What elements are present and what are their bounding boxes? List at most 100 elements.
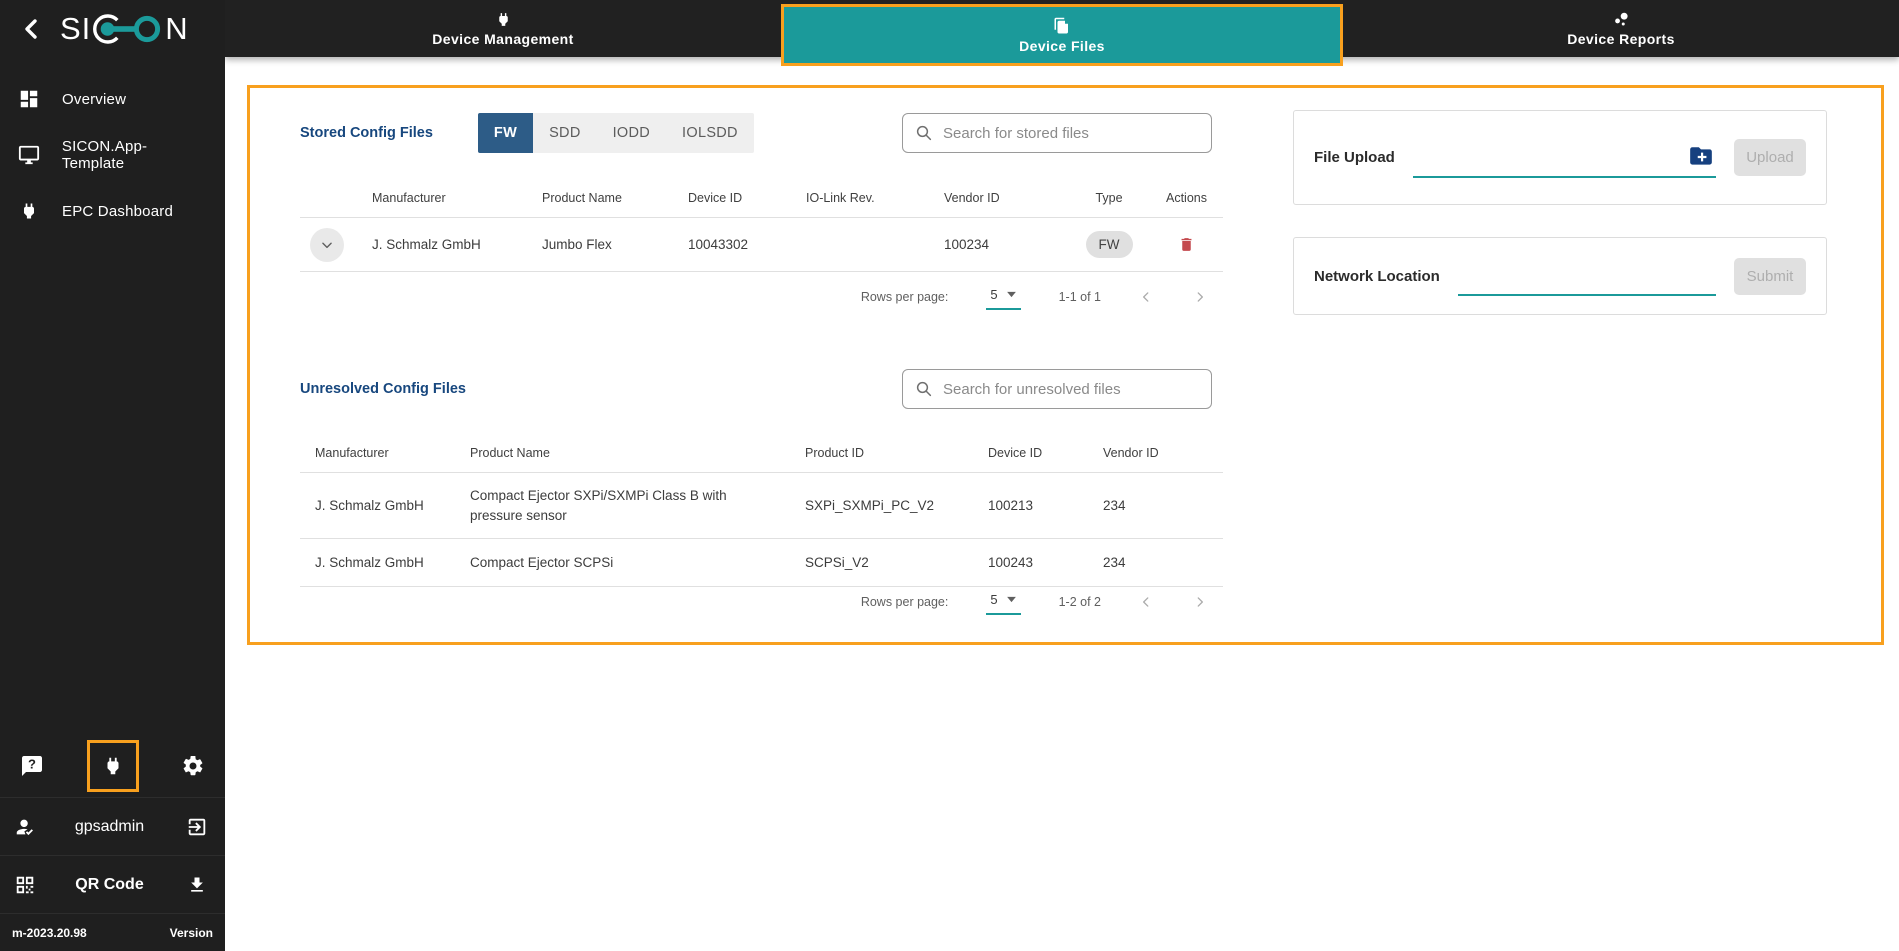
content-highlight-box: Stored Config Files FW SDD IODD IOLSDD M… <box>247 85 1884 645</box>
file-upload-card: File Upload Upload <box>1293 110 1827 205</box>
sidebar-item-app-template[interactable]: SICON.App-Template <box>0 127 225 183</box>
sidebar-item-label: Overview <box>62 91 126 108</box>
col-product-name: Product Name <box>542 191 688 205</box>
search-icon <box>915 380 933 398</box>
rows-per-page-value: 5 <box>990 592 997 607</box>
sidebar-collapse-button[interactable] <box>14 12 48 46</box>
top-tab-bar: Device Management Device Files Device Re… <box>225 0 1899 57</box>
download-icon <box>187 875 207 895</box>
sidebar-item-label: EPC Dashboard <box>62 203 173 220</box>
cell-product-id: SCPSi_V2 <box>805 555 988 570</box>
col-vendor-id: Vendor ID <box>1103 446 1208 460</box>
filter-iodd[interactable]: IODD <box>597 113 666 153</box>
upload-button[interactable]: Upload <box>1734 139 1806 176</box>
filter-fw[interactable]: FW <box>478 113 533 153</box>
submit-button[interactable]: Submit <box>1734 258 1806 295</box>
delete-file-button[interactable] <box>1178 236 1195 253</box>
tab-label: Device Management <box>432 31 573 47</box>
rows-per-page-value: 5 <box>990 287 997 302</box>
user-check-icon <box>14 816 36 838</box>
sidebar-item-overview[interactable]: Overview <box>0 71 225 127</box>
cell-device-id: 10043302 <box>688 237 806 252</box>
user-row: gpsadmin <box>0 797 225 855</box>
tab-label: Device Files <box>1019 38 1105 54</box>
network-location-input[interactable] <box>1458 272 1716 294</box>
version-row: m-2023.20.98 Version <box>0 913 225 951</box>
filter-sdd[interactable]: SDD <box>533 113 597 153</box>
filter-iolsdd[interactable]: IOLSDD <box>666 113 754 153</box>
logout-icon <box>186 816 208 838</box>
cell-product-id: SXPi_SXMPi_PC_V2 <box>805 498 988 513</box>
browse-files-button[interactable] <box>1688 146 1714 168</box>
tab-device-files[interactable]: Device Files <box>781 4 1343 66</box>
cell-device-id: 100213 <box>988 498 1103 513</box>
help-icon: ? <box>20 754 44 778</box>
stored-search <box>902 113 1212 153</box>
tab-label: Device Reports <box>1567 31 1675 47</box>
network-location-title: Network Location <box>1314 268 1440 285</box>
col-manufacturer: Manufacturer <box>300 446 470 460</box>
monitor-icon <box>16 142 42 168</box>
stored-pagination: Rows per page: 5 1-1 of 1 <box>300 280 1223 314</box>
network-location-field <box>1458 256 1716 296</box>
col-io-link-rev: IO-Link Rev. <box>806 191 944 205</box>
logo-row: SI N <box>0 0 225 57</box>
logout-button[interactable] <box>183 813 211 841</box>
unresolved-search <box>902 369 1212 409</box>
download-button[interactable] <box>183 871 211 899</box>
plug-icon <box>16 198 42 224</box>
stored-config-title: Stored Config Files <box>300 125 433 141</box>
previous-page-button[interactable] <box>1139 595 1153 609</box>
usb-device-button[interactable] <box>93 746 133 786</box>
help-button[interactable]: ? <box>12 746 52 786</box>
sidebar: SI N Overview SICON <box>0 0 225 951</box>
version-value: m-2023.20.98 <box>12 926 87 940</box>
dropdown-arrow-icon <box>1006 596 1017 603</box>
rows-per-page-select[interactable]: 5 <box>986 285 1020 310</box>
qr-code-icon <box>14 874 36 896</box>
cell-product-name: Compact Ejector SXPi/SXMPi Class B with … <box>470 488 727 523</box>
unresolved-search-input[interactable] <box>943 381 1199 398</box>
previous-page-button[interactable] <box>1139 290 1153 304</box>
stored-config-table: Manufacturer Product Name Device ID IO-L… <box>300 178 1223 272</box>
tab-device-reports[interactable]: Device Reports <box>1343 0 1899 57</box>
next-page-button[interactable] <box>1193 290 1207 304</box>
gear-icon <box>181 754 205 778</box>
bubble-chart-icon <box>1612 10 1630 28</box>
tab-device-management[interactable]: Device Management <box>225 0 781 57</box>
next-page-button[interactable] <box>1193 595 1207 609</box>
file-upload-input[interactable] <box>1413 154 1716 176</box>
rows-per-page-label: Rows per page: <box>861 290 949 304</box>
chevron-left-icon <box>1139 595 1153 609</box>
sidebar-item-epc-dashboard[interactable]: EPC Dashboard <box>0 183 225 239</box>
rows-per-page-select[interactable]: 5 <box>986 590 1020 615</box>
unresolved-config-title: Unresolved Config Files <box>300 381 466 397</box>
stored-table-header-row: Manufacturer Product Name Device ID IO-L… <box>300 178 1223 218</box>
expand-row-button[interactable] <box>310 228 344 262</box>
stored-search-input[interactable] <box>943 125 1199 142</box>
cell-vendor-id: 234 <box>1103 555 1208 570</box>
files-icon <box>1053 17 1071 35</box>
folder-add-icon <box>1688 146 1714 168</box>
chevron-left-icon <box>1139 290 1153 304</box>
logo-text-right: N <box>165 11 188 47</box>
file-type-filter-group: FW SDD IODD IOLSDD <box>478 113 754 153</box>
table-row: J. Schmalz GmbH Compact Ejector SXPi/SXM… <box>300 473 1223 539</box>
cell-vendor-id: 100234 <box>944 237 1068 252</box>
dropdown-arrow-icon <box>1006 291 1017 298</box>
logo-text-left: SI <box>60 11 91 47</box>
unresolved-header: Unresolved Config Files <box>300 369 466 409</box>
settings-button[interactable] <box>173 746 213 786</box>
type-chip: FW <box>1086 231 1133 258</box>
table-row: J. Schmalz GmbH Compact Ejector SCPSi SC… <box>300 539 1223 587</box>
qr-code-label[interactable]: QR Code <box>75 876 143 894</box>
unresolved-table-header-row: Manufacturer Product Name Product ID Dev… <box>300 433 1223 473</box>
svg-text:?: ? <box>28 757 36 772</box>
sidebar-item-label: SICON.App-Template <box>62 138 209 172</box>
version-label: Version <box>170 926 213 940</box>
cell-product-name: Compact Ejector SCPSi <box>470 555 805 570</box>
cell-vendor-id: 234 <box>1103 498 1208 513</box>
rows-per-page-label: Rows per page: <box>861 595 949 609</box>
cell-manufacturer: J. Schmalz GmbH <box>300 555 470 570</box>
pagination-range: 1-2 of 2 <box>1059 595 1101 609</box>
